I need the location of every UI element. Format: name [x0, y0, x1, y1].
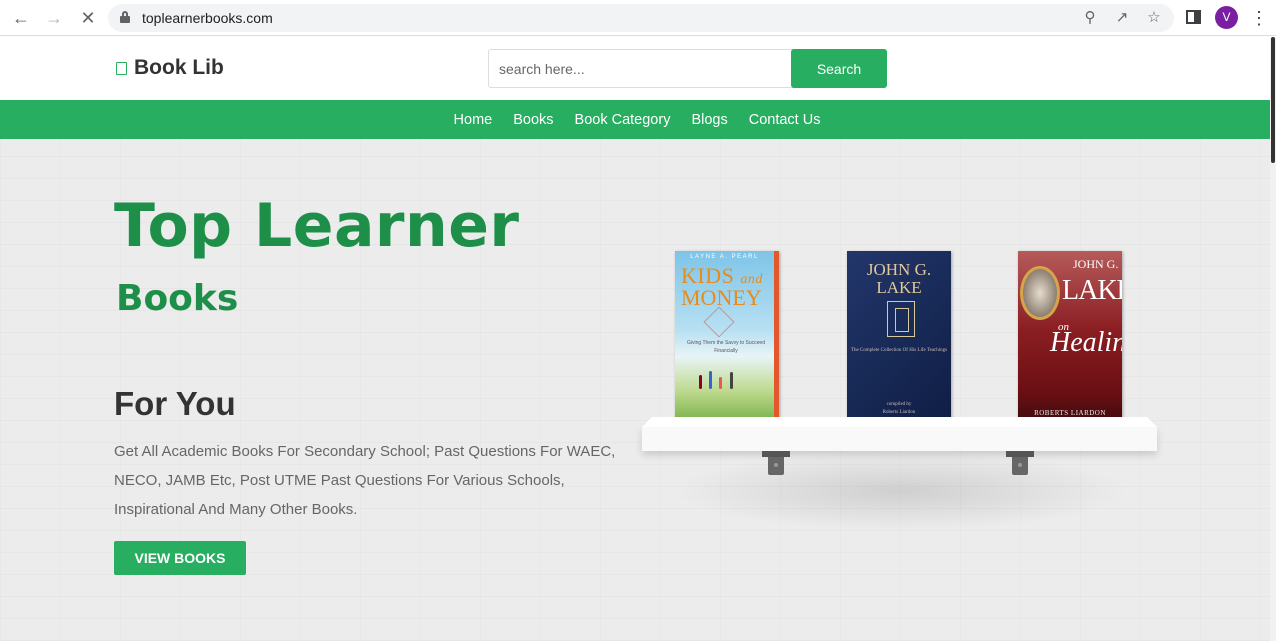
scrollbar-thumb[interactable]: [1271, 37, 1275, 163]
children-illustration: [697, 369, 737, 389]
hero-description: Get All Academic Books For Secondary Sch…: [114, 443, 616, 518]
book-cover-john-g-lake-on-healing[interactable]: JOHN G. LAKE on Healing ROBERTS LIARDON: [1018, 251, 1122, 427]
nav-blogs[interactable]: Blogs: [691, 112, 727, 128]
hero-section: Top Learner Books For You Get All Academ…: [0, 139, 1270, 641]
hero-subtitle: Books: [116, 278, 239, 319]
nav-books[interactable]: Books: [513, 112, 553, 128]
book-cover-john-g-lake[interactable]: JOHN G. LAKE The Complete Collection Of H…: [847, 251, 951, 427]
book-title: JOHN G. LAKE: [866, 260, 932, 297]
book-title-2: MONEY: [681, 285, 762, 310]
book-author: compiled by Roberts Liardon: [882, 402, 916, 415]
book-title: JOHN G.: [1073, 257, 1119, 271]
book-title-2: LAKE: [1062, 275, 1122, 306]
view-books-button[interactable]: VIEW BOOKS: [114, 541, 246, 575]
author-portrait: [1020, 266, 1060, 320]
site-logo[interactable]: Book Lib: [116, 56, 224, 80]
book-icon: [116, 61, 127, 75]
book-shelf: [642, 427, 1157, 451]
side-panel-icon[interactable]: [1186, 10, 1201, 24]
browser-toolbar: ← → ✕ toplearnerbooks.com ⚲ ↗ ☆ V ⋮: [0, 0, 1276, 36]
profile-avatar[interactable]: V: [1215, 6, 1238, 29]
stop-loading-icon[interactable]: ✕: [76, 6, 100, 30]
shelf-bracket: [1006, 451, 1034, 475]
book-subtitle: The Complete Collection Of His Life Teac…: [850, 348, 948, 353]
share-icon[interactable]: ↗: [1112, 8, 1132, 28]
hero-title: Top Learner: [114, 191, 520, 261]
kite-illustration: [703, 306, 735, 338]
book-subtitle: Giving Them the Savvy to Succeed Financi…: [686, 340, 765, 354]
address-bar[interactable]: toplearnerbooks.com ⚲ ↗ ☆: [108, 4, 1174, 32]
search-input[interactable]: [489, 50, 791, 87]
zoom-icon[interactable]: ⚲: [1080, 8, 1100, 28]
main-nav: Home Books Book Category Blogs Contact U…: [0, 100, 1270, 139]
bookmark-star-icon[interactable]: ☆: [1144, 8, 1164, 28]
logo-text: Book Lib: [134, 56, 224, 79]
nav-home[interactable]: Home: [454, 112, 493, 128]
shelf-bracket: [762, 451, 790, 475]
book-author: ROBERTS LIARDON: [1034, 409, 1106, 417]
lock-icon[interactable]: [120, 11, 130, 23]
site-header: Book Lib Search: [0, 37, 1270, 100]
book-title-3: Healing: [1050, 327, 1122, 358]
nav-book-category[interactable]: Book Category: [575, 112, 671, 128]
url-text[interactable]: toplearnerbooks.com: [142, 10, 273, 26]
book-author: LAYNE A. PEARL: [690, 254, 759, 260]
book-cover-kids-and-money[interactable]: LAYNE A. PEARL KIDS and MONEY Giving The…: [675, 251, 779, 427]
emblem-icon: [887, 301, 915, 337]
search-button[interactable]: Search: [791, 49, 887, 88]
back-arrow-icon[interactable]: ←: [9, 6, 33, 30]
hero-for-you: For You: [114, 385, 236, 422]
menu-kebab-icon[interactable]: ⋮: [1250, 6, 1268, 30]
search-form: Search: [488, 49, 887, 88]
nav-contact-us[interactable]: Contact Us: [749, 112, 821, 128]
forward-arrow-icon[interactable]: →: [42, 6, 66, 30]
shelf-shadow: [670, 451, 1130, 531]
